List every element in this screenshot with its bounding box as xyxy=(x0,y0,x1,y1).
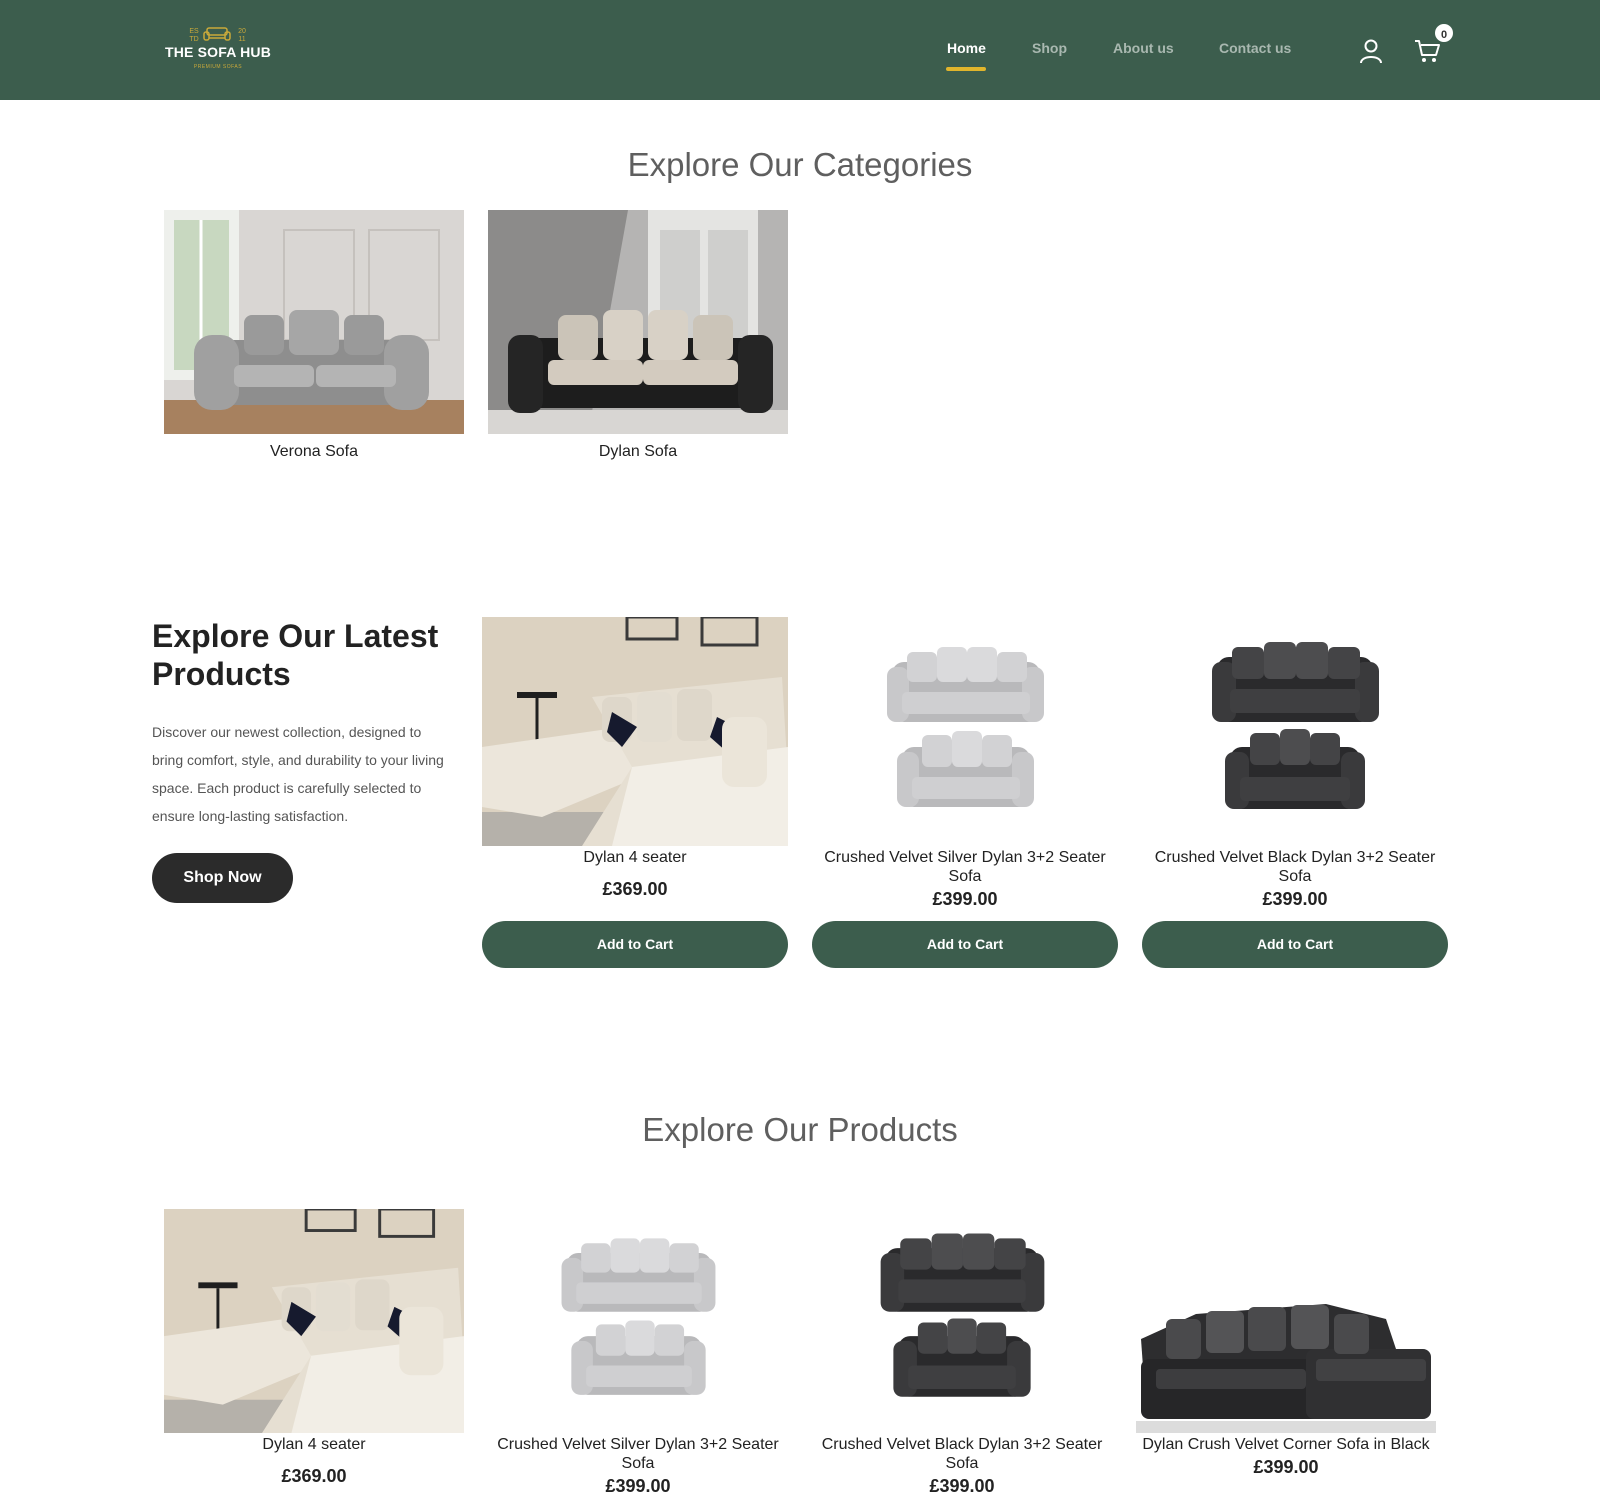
latest-product-image-1[interactable] xyxy=(482,617,788,846)
latest-add-to-cart-1[interactable]: Add to Cart xyxy=(482,921,788,968)
black-dylan-grid-image xyxy=(812,1209,1112,1433)
latest-product-card-3[interactable]: Crushed Velvet Black Dylan 3+2 Seater So… xyxy=(1142,617,1448,910)
category-card-verona[interactable]: Verona Sofa xyxy=(164,210,464,461)
category-image-dylan[interactable] xyxy=(488,210,788,434)
product-image-1[interactable] xyxy=(164,1209,464,1433)
category-label-dylan[interactable]: Dylan Sofa xyxy=(488,443,788,461)
latest-product-name-3[interactable]: Crushed Velvet Black Dylan 3+2 Seater So… xyxy=(1142,848,1448,886)
site-logo[interactable]: ES TD 20 11 THE SOFA HUB PREMIUM SOFAS xyxy=(163,24,273,74)
silver-dylan-sofa-image xyxy=(812,617,1118,846)
cart-count-badge: 0 xyxy=(1433,22,1455,44)
logo-subtitle: PREMIUM SOFAS xyxy=(193,64,243,70)
latest-product-name-2[interactable]: Crushed Velvet Silver Dylan 3+2 Seater S… xyxy=(812,848,1118,886)
product-card-2[interactable]: Crushed Velvet Silver Dylan 3+2 Seater S… xyxy=(488,1209,788,1497)
nav-about-us[interactable]: About us xyxy=(1113,40,1174,56)
latest-product-card-1[interactable]: Dylan 4 seater £369.00 xyxy=(482,617,788,900)
logo-est-right: 20 11 xyxy=(238,28,246,43)
silver-dylan-grid-image xyxy=(488,1209,788,1433)
nav-active-indicator xyxy=(946,67,986,71)
product-card-3[interactable]: Crushed Velvet Black Dylan 3+2 Seater So… xyxy=(812,1209,1112,1497)
product-price-3: £399.00 xyxy=(929,1476,995,1496)
user-account-icon[interactable] xyxy=(1359,38,1383,64)
product-name-2[interactable]: Crushed Velvet Silver Dylan 3+2 Seater S… xyxy=(488,1435,788,1473)
product-card-4[interactable]: Dylan Crush Velvet Corner Sofa in Black … xyxy=(1136,1209,1436,1478)
dylan-4-seater-grid-image xyxy=(164,1209,464,1433)
nav-home[interactable]: Home xyxy=(947,40,986,56)
product-name-3[interactable]: Crushed Velvet Black Dylan 3+2 Seater So… xyxy=(812,1435,1112,1473)
product-name-1[interactable]: Dylan 4 seater xyxy=(164,1435,464,1454)
latest-products-description: Discover our newest collection, designed… xyxy=(152,724,444,824)
category-image-verona[interactable] xyxy=(164,210,464,434)
product-name-4[interactable]: Dylan Crush Velvet Corner Sofa in Black xyxy=(1136,1435,1436,1454)
product-image-3[interactable] xyxy=(812,1209,1112,1433)
latest-product-price-2: £399.00 xyxy=(932,889,998,909)
category-label-verona[interactable]: Verona Sofa xyxy=(164,443,464,461)
products-title: Explore Our Products xyxy=(642,1111,958,1148)
shop-now-button[interactable]: Shop Now xyxy=(152,853,293,903)
sofa-logo-icon xyxy=(203,27,231,41)
product-image-4[interactable] xyxy=(1136,1209,1436,1433)
latest-products-title: Explore Our Latest Products xyxy=(152,618,439,692)
latest-product-name-1[interactable]: Dylan 4 seater xyxy=(482,848,788,867)
product-price-4: £399.00 xyxy=(1253,1457,1319,1477)
latest-add-to-cart-3[interactable]: Add to Cart xyxy=(1142,921,1448,968)
nav-contact-us[interactable]: Contact us xyxy=(1219,40,1291,56)
categories-title: Explore Our Categories xyxy=(627,146,973,183)
black-corner-sofa-image xyxy=(1136,1209,1436,1433)
category-card-dylan[interactable]: Dylan Sofa xyxy=(488,210,788,461)
latest-product-price-3: £399.00 xyxy=(1262,889,1328,909)
black-dylan-sofa-image xyxy=(1142,617,1448,846)
product-card-1[interactable]: Dylan 4 seater £369.00 xyxy=(164,1209,464,1487)
latest-product-image-3[interactable] xyxy=(1142,617,1448,846)
latest-product-image-2[interactable] xyxy=(812,617,1118,846)
dylan-4-seater-image xyxy=(482,617,788,846)
nav-shop[interactable]: Shop xyxy=(1032,40,1067,56)
product-image-2[interactable] xyxy=(488,1209,788,1433)
logo-est-left: ES TD xyxy=(189,28,199,43)
product-price-1: £369.00 xyxy=(281,1466,347,1486)
latest-product-card-2[interactable]: Crushed Velvet Silver Dylan 3+2 Seater S… xyxy=(812,617,1118,910)
latest-product-price-1: £369.00 xyxy=(602,879,668,899)
latest-add-to-cart-2[interactable]: Add to Cart xyxy=(812,921,1118,968)
verona-sofa-image xyxy=(164,210,464,434)
dylan-sofa-image xyxy=(488,210,788,434)
logo-title: THE SOFA HUB xyxy=(164,44,272,60)
product-price-2: £399.00 xyxy=(605,1476,671,1496)
site-header: ES TD 20 11 THE SOFA HUB PREMIUM SOFAS H… xyxy=(0,0,1600,100)
